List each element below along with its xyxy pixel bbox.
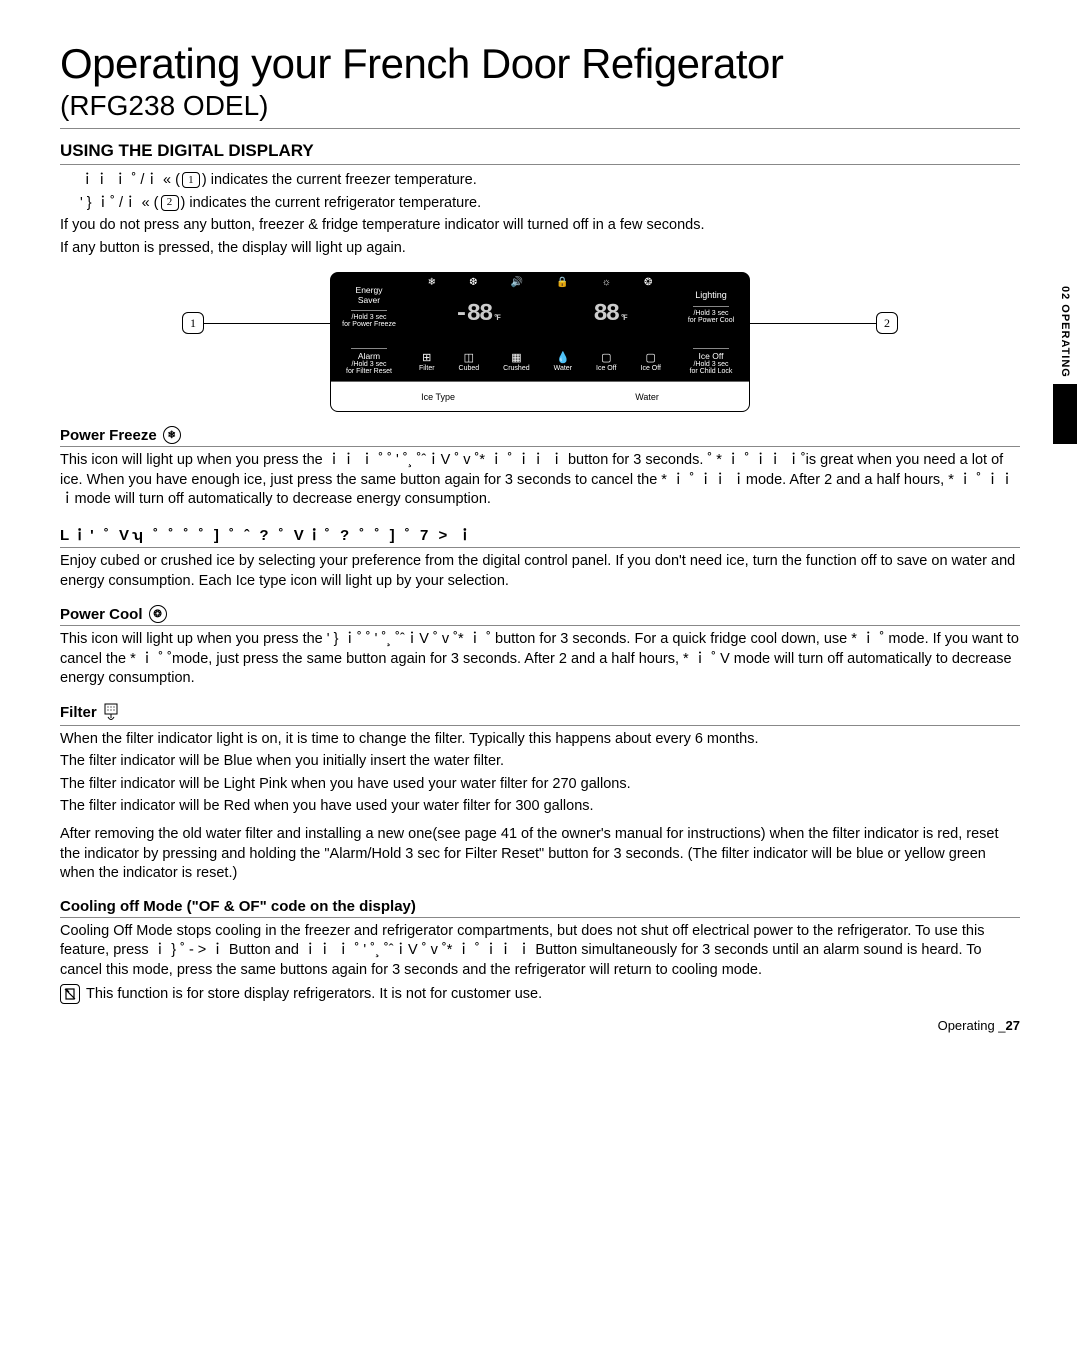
crushed-icon: ▦ — [511, 351, 521, 364]
filter-indicator: ⊞Filter — [419, 351, 435, 372]
filter-title: Filter — [60, 704, 97, 721]
freezer-temp: -88 °F — [454, 301, 499, 328]
iceoff-label: Ice Off — [699, 352, 724, 361]
fridge-temp-unit: °F — [620, 314, 626, 323]
water-indicator: 💧Water — [554, 351, 572, 372]
fridge-temp-value: 88 — [593, 301, 618, 328]
cubed-indicator: ◫Cubed — [459, 351, 480, 372]
power-cool-text: This icon will light up when you press t… — [60, 630, 1020, 689]
freezer-temp-unit: °F — [493, 314, 499, 323]
line3: If you do not press any button, freezer … — [60, 216, 1020, 236]
line1-prefix: ｉｉ ｉ ˚ /ｉ « ( — [80, 172, 180, 188]
water-button[interactable]: Water — [635, 392, 659, 402]
filter-text: When the filter indicator light is on, i… — [60, 730, 1020, 884]
power-freeze-hold-label: /Hold 3 sec for Power Freeze — [342, 314, 396, 328]
sound-icon: 🔊 — [511, 277, 523, 288]
filter-reset-hold-label: /Hold 3 sec for Filter Reset — [346, 361, 392, 375]
water-icon: 💧 — [556, 351, 570, 364]
cubed-icon: ◫ — [464, 351, 474, 364]
control-panel: Energy Saver /Hold 3 sec for Power Freez… — [330, 272, 750, 412]
panel-top-row: Energy Saver /Hold 3 sec for Power Freez… — [331, 273, 749, 341]
section-filter: Filter — [60, 703, 1020, 726]
filter-section-icon — [103, 703, 119, 723]
line1-suffix: ) indicates the current freezer temperat… — [202, 172, 477, 188]
lock-icon: 🔒 — [556, 277, 568, 288]
section-cooling-off: Cooling off Mode ("OF & OF" code on the … — [60, 898, 1020, 918]
digital-display-text: ｉｉ ｉ ˚ /ｉ « (1) indicates the current fr… — [60, 171, 1020, 258]
alarm-label: Alarm — [358, 352, 380, 361]
panel-bottom-row: Ice Type Water — [331, 381, 749, 411]
sidebar-tab-label: 02 OPERATING — [1059, 280, 1071, 384]
panel-mid-row: Alarm /Hold 3 sec for Filter Reset ⊞Filt… — [331, 341, 749, 381]
callout-marker-1: 1 — [182, 312, 204, 334]
sidebar-tab-bar — [1053, 384, 1077, 444]
iceoff2-icon: ▢ — [646, 351, 656, 364]
line2-suffix: ) indicates the current refrigerator tem… — [181, 195, 482, 211]
marker-1-inline: 1 — [182, 172, 200, 188]
iceoff1-indicator: ▢Ice Off — [596, 351, 617, 372]
panel-temps: -88 °F 88 °F — [407, 288, 673, 341]
iceoff-button[interactable]: Ice Off /Hold 3 sec for Child Lock — [673, 341, 749, 381]
callout-line-1 — [204, 323, 330, 324]
page-subtitle: (RFG238 ODEL) — [60, 90, 1020, 129]
snowflake-icon: ❄ — [428, 277, 436, 288]
footer-page: 27 — [1006, 1018, 1020, 1033]
alarm-button[interactable]: Alarm /Hold 3 sec for Filter Reset — [331, 341, 407, 381]
energy-saver-label: Energy Saver — [356, 286, 383, 305]
lighting-label: Lighting — [695, 291, 727, 301]
filter-icon: ⊞ — [422, 351, 431, 364]
power-freeze-title: Power Freeze — [60, 427, 157, 444]
note-text: This function is for store display refri… — [86, 985, 542, 1005]
section-digital-display: USING THE DIGITAL DISPLARY — [60, 141, 1020, 165]
power-freeze-text: This icon will light up when you press t… — [60, 451, 1020, 510]
callout-line-2 — [750, 323, 876, 324]
ice-type-text: Enjoy cubed or crushed ice by selecting … — [60, 552, 1020, 591]
power-cool-icon: ❂ — [149, 605, 167, 623]
iceoff2-indicator: ▢Ice Off — [641, 351, 662, 372]
marker-2-inline: 2 — [161, 195, 179, 211]
section-power-freeze: Power Freeze ❄ — [60, 426, 1020, 447]
page-title: Operating your French Door Refigerator — [60, 40, 1020, 88]
note-icon — [60, 984, 80, 1004]
power-freeze-icon: ❄ — [163, 426, 181, 444]
section-power-cool: Power Cool ❂ — [60, 605, 1020, 626]
panel-center: ❄ ❆ 🔊 🔒 ☼ ❂ -88 °F 88 °F — [407, 273, 673, 341]
fan-icon: ❂ — [644, 277, 652, 288]
line2-prefix: ' } ｉ˚ /ｉ « ( — [80, 195, 159, 211]
iceoff1-icon: ▢ — [601, 351, 611, 364]
power-cool-title: Power Cool — [60, 606, 143, 623]
ice-type-button[interactable]: Ice Type — [421, 392, 455, 402]
snowflake2-icon: ❆ — [469, 277, 477, 288]
control-panel-diagram: 1 2 Energy Saver /Hold 3 sec for Power F… — [330, 272, 750, 412]
lighting-button[interactable]: Lighting /Hold 3 sec for Power Cool — [673, 273, 749, 341]
energy-saver-button[interactable]: Energy Saver /Hold 3 sec for Power Freez… — [331, 273, 407, 341]
page-footer: Operating _27 — [60, 1018, 1020, 1033]
light-icon: ☼ — [602, 277, 611, 288]
sidebar-tab: 02 OPERATING — [1050, 280, 1080, 444]
freezer-temp-value: -88 — [454, 301, 491, 328]
cooling-off-text: Cooling Off Mode stops cooling in the fr… — [60, 922, 1020, 1005]
note-row: This function is for store display refri… — [60, 984, 1020, 1004]
fridge-temp: 88 °F — [593, 301, 625, 328]
section-ice-type: Lｉ' ˚ Vʮ ˚ ˚ ˚ ˚ ] ˚ ˆ ? ˚ Vｉ˚ ? ˚ ˚ ] ˚… — [60, 524, 1020, 548]
panel-mid-icons: ⊞Filter ◫Cubed ▦Crushed 💧Water ▢Ice Off … — [407, 341, 673, 381]
panel-top-icons: ❄ ❆ 🔊 🔒 ☼ ❂ — [407, 273, 673, 288]
line4: If any button is pressed, the display wi… — [60, 239, 1020, 259]
callout-marker-2: 2 — [876, 312, 898, 334]
power-cool-hold-label: /Hold 3 sec for Power Cool — [688, 310, 734, 324]
child-lock-hold-label: /Hold 3 sec for Child Lock — [690, 361, 733, 375]
footer-label: Operating _ — [938, 1018, 1006, 1033]
crushed-indicator: ▦Crushed — [503, 351, 529, 372]
